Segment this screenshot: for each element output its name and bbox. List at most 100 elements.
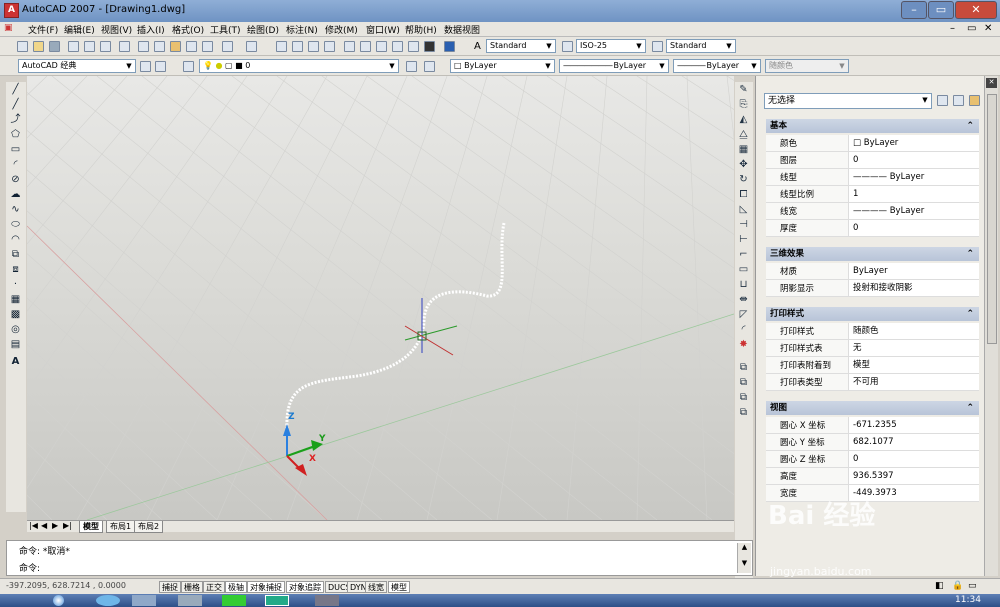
toggle-pickadd-icon[interactable] <box>937 95 948 106</box>
property-row[interactable]: 打印样式表 无 <box>766 340 979 357</box>
new-icon[interactable] <box>17 41 28 52</box>
property-row[interactable]: 线宽 ———— ByLayer <box>766 203 979 220</box>
otrack-button[interactable]: 对象追踪 <box>286 581 324 593</box>
property-row[interactable]: 厚度 0 <box>766 220 979 237</box>
tab-layout2[interactable]: 布局2 <box>134 521 164 533</box>
property-value[interactable]: 随颜色 <box>848 323 979 339</box>
layer-manager-icon[interactable] <box>183 61 194 72</box>
draworder-above-icon[interactable]: ⧉ <box>737 392 750 404</box>
section-header[interactable]: 视图 ⌃ <box>766 401 979 415</box>
minimize-button[interactable]: – <box>901 1 927 19</box>
workspace-select[interactable]: AutoCAD 经典 ▼ <box>18 59 136 73</box>
plotstyle-select[interactable]: 随颜色 ▼ <box>765 59 849 73</box>
property-value[interactable]: -671.2355 <box>848 417 979 433</box>
property-value[interactable]: □ ByLayer <box>848 135 979 151</box>
autocad-app-icon[interactable]: A <box>4 3 19 18</box>
maximize-button[interactable]: ▭ <box>928 1 954 19</box>
collapse-icon[interactable]: ⌃ <box>966 401 974 415</box>
layer-select[interactable]: 💡 ● ▢ ■ 0 ▼ <box>199 59 399 73</box>
section-header[interactable]: 打印样式 ⌃ <box>766 307 979 321</box>
zoom-previous-icon[interactable] <box>324 41 335 52</box>
publish-icon[interactable] <box>100 41 111 52</box>
text-style-select[interactable]: Standard ▼ <box>486 39 556 53</box>
collapse-icon[interactable]: ⌃ <box>966 247 974 261</box>
section-header[interactable]: 三维效果 ⌃ <box>766 247 979 261</box>
polygon-icon[interactable]: ⬠ <box>9 129 22 141</box>
property-value[interactable]: 模型 <box>848 357 979 373</box>
save-icon[interactable] <box>49 41 60 52</box>
property-row[interactable]: 打印样式 随颜色 <box>766 323 979 340</box>
properties-scrollbar[interactable]: ✕ <box>984 76 998 576</box>
mirror-icon[interactable]: ◭ <box>737 114 750 126</box>
insert-block-icon[interactable]: ⧉ <box>9 249 22 261</box>
draworder-back-icon[interactable]: ⧉ <box>737 377 750 389</box>
lineweight-select[interactable]: ———— ByLayer ▼ <box>673 59 761 73</box>
menu-dimension[interactable]: 标注(N) <box>286 23 318 36</box>
tab-nav-next-icon[interactable]: ▶ <box>52 521 58 530</box>
move-icon[interactable]: ✥ <box>737 159 750 171</box>
properties-icon[interactable] <box>344 41 355 52</box>
polar-button[interactable]: 极轴 <box>225 581 247 593</box>
circle-icon[interactable]: ⊘ <box>9 174 22 186</box>
workspace-settings-icon[interactable] <box>140 61 151 72</box>
sheet-set-icon[interactable] <box>392 41 403 52</box>
extend-icon[interactable]: ⊢ <box>737 234 750 246</box>
doc-icon[interactable]: ▣ <box>4 23 13 33</box>
scrollbar-thumb[interactable] <box>987 94 997 344</box>
doc-minimize-icon[interactable]: – <box>950 23 955 34</box>
other-taskbar-icon[interactable] <box>315 595 339 606</box>
calculator-icon[interactable] <box>424 41 435 52</box>
property-value[interactable]: 1 <box>848 186 979 202</box>
polyline-icon[interactable]: ⤴ <box>9 114 22 126</box>
menu-tools[interactable]: 工具(T) <box>210 23 241 36</box>
revcloud-icon[interactable]: ☁ <box>9 189 22 201</box>
linetype-select[interactable]: ——————— ByLayer ▼ <box>559 59 669 73</box>
start-orb-icon[interactable] <box>53 595 64 606</box>
copy-object-icon[interactable]: ⎘ <box>737 99 750 111</box>
property-value[interactable]: 0 <box>848 220 979 236</box>
cut-icon[interactable] <box>138 41 149 52</box>
menu-edit[interactable]: 编辑(E) <box>64 23 95 36</box>
pan-icon[interactable] <box>276 41 287 52</box>
make-current-layer-icon[interactable] <box>406 61 417 72</box>
wechat-taskbar-icon[interactable] <box>222 595 246 606</box>
lineweight-button[interactable]: 线宽 <box>365 581 387 593</box>
construction-line-icon[interactable]: ╱ <box>9 99 22 111</box>
property-value[interactable]: 不可用 <box>848 374 979 390</box>
drawing-viewport[interactable]: Z Y X <box>27 76 734 520</box>
command-prompt[interactable]: 命令: <box>19 561 40 574</box>
join-icon[interactable]: ⊔ <box>737 279 750 291</box>
menu-window[interactable]: 窗口(W) <box>366 23 400 36</box>
break-icon[interactable]: ▭ <box>737 264 750 276</box>
model-button[interactable]: 模型 <box>388 581 410 593</box>
menu-view[interactable]: 视图(V) <box>101 23 132 36</box>
zoom-window-icon[interactable] <box>308 41 319 52</box>
fillet-icon[interactable]: ◸ <box>737 309 750 321</box>
explode-icon[interactable]: ✸ <box>737 339 750 351</box>
table-style-select[interactable]: Standard ▼ <box>666 39 736 53</box>
trim-icon[interactable]: ⊣ <box>737 219 750 231</box>
print-icon[interactable] <box>68 41 79 52</box>
ellipse-icon[interactable]: ⬭ <box>9 219 22 231</box>
property-row[interactable]: 线型比例 1 <box>766 186 979 203</box>
property-value[interactable]: ByLayer <box>848 263 979 279</box>
collapse-icon[interactable]: ⌃ <box>966 307 974 321</box>
point-icon[interactable]: · <box>9 279 22 291</box>
menu-insert[interactable]: 插入(I) <box>137 23 165 36</box>
block-editor-icon[interactable] <box>202 41 213 52</box>
break-at-point-icon[interactable]: ⌐ <box>737 249 750 261</box>
menu-dataview[interactable]: 数据视图 <box>444 23 480 36</box>
property-row[interactable]: 打印表类型 不可用 <box>766 374 979 391</box>
property-value[interactable]: ———— ByLayer <box>848 169 979 185</box>
section-header[interactable]: 基本 ⌃ <box>766 119 979 133</box>
menu-draw[interactable]: 绘图(D) <box>247 23 279 36</box>
doc-restore-icon[interactable]: ▭ <box>967 23 976 34</box>
zoom-realtime-icon[interactable] <box>292 41 303 52</box>
explorer-taskbar-icon[interactable] <box>132 595 156 606</box>
command-scrollbar[interactable]: ▲ ▼ <box>737 543 751 573</box>
command-window[interactable]: 命令: *取消* 命令: ▲ ▼ <box>6 540 753 576</box>
scale-icon[interactable]: ⧠ <box>737 189 750 201</box>
menu-help[interactable]: 帮助(H) <box>405 23 437 36</box>
markup-icon[interactable] <box>408 41 419 52</box>
tab-nav-first-icon[interactable]: |◀ <box>29 521 38 530</box>
